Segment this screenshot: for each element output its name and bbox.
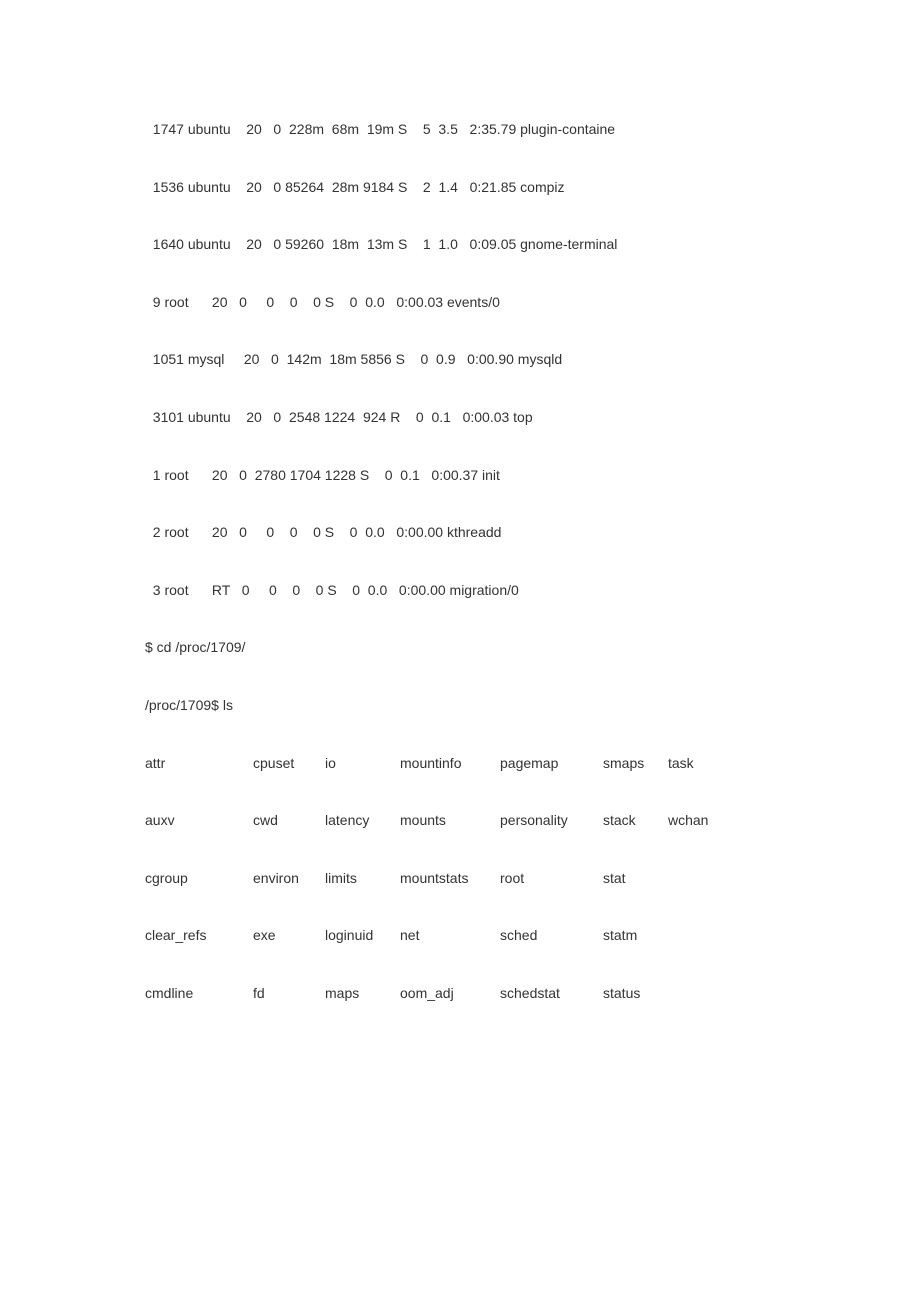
ls-entry: cmdline <box>145 984 253 1004</box>
ls-entry: mountstats <box>400 869 500 889</box>
ls-entry: io <box>325 754 400 774</box>
ls-entry: environ <box>253 869 325 889</box>
top-row: 9 root 20 0 0 0 0 S 0 0.0 0:00.03 events… <box>145 293 775 313</box>
terminal-output: 1747 ubuntu 20 0 228m 68m 19m S 5 3.5 2:… <box>0 0 920 1102</box>
ls-entry: attr <box>145 754 253 774</box>
top-row: 1747 ubuntu 20 0 228m 68m 19m S 5 3.5 2:… <box>145 120 775 140</box>
ls-entry: smaps <box>603 754 668 774</box>
ls-entry: stat <box>603 869 668 889</box>
ls-entry: latency <box>325 811 400 831</box>
top-row: 3101 ubuntu 20 0 2548 1224 924 R 0 0.1 0… <box>145 408 775 428</box>
ls-entry: personality <box>500 811 603 831</box>
ls-entry: maps <box>325 984 400 1004</box>
ls-entry: fd <box>253 984 325 1004</box>
ls-entry: net <box>400 926 500 946</box>
ls-row: attr cpuset io mountinfo pagemap smaps t… <box>145 754 775 774</box>
ls-entry: sched <box>500 926 603 946</box>
top-row: 3 root RT 0 0 0 0 S 0 0.0 0:00.00 migrat… <box>145 581 775 601</box>
ls-row: cmdline fd maps oom_adj schedstat status <box>145 984 775 1004</box>
ls-entry: cwd <box>253 811 325 831</box>
ls-entry: exe <box>253 926 325 946</box>
shell-command: /proc/1709$ ls <box>145 696 775 716</box>
ls-entry: stack <box>603 811 668 831</box>
shell-command: $ cd /proc/1709/ <box>145 638 775 658</box>
top-row: 1536 ubuntu 20 0 85264 28m 9184 S 2 1.4 … <box>145 178 775 198</box>
ls-entry: schedstat <box>500 984 603 1004</box>
top-row: 1051 mysql 20 0 142m 18m 5856 S 0 0.9 0:… <box>145 350 775 370</box>
ls-row: clear_refs exe loginuid net sched statm <box>145 926 775 946</box>
ls-entry: limits <box>325 869 400 889</box>
ls-entry: loginuid <box>325 926 400 946</box>
ls-entry: task <box>668 754 694 774</box>
ls-entry: mountinfo <box>400 754 500 774</box>
ls-entry: cgroup <box>145 869 253 889</box>
ls-entry: pagemap <box>500 754 603 774</box>
ls-row: cgroup environ limits mountstats root st… <box>145 869 775 889</box>
ls-entry: auxv <box>145 811 253 831</box>
ls-entry: root <box>500 869 603 889</box>
ls-entry: status <box>603 984 668 1004</box>
ls-entry: clear_refs <box>145 926 253 946</box>
ls-row: auxv cwd latency mounts personality stac… <box>145 811 775 831</box>
ls-entry: oom_adj <box>400 984 500 1004</box>
ls-entry: statm <box>603 926 668 946</box>
top-row: 1640 ubuntu 20 0 59260 18m 13m S 1 1.0 0… <box>145 235 775 255</box>
top-row: 2 root 20 0 0 0 0 S 0 0.0 0:00.00 kthrea… <box>145 523 775 543</box>
top-row: 1 root 20 0 2780 1704 1228 S 0 0.1 0:00.… <box>145 466 775 486</box>
ls-entry: mounts <box>400 811 500 831</box>
ls-entry: cpuset <box>253 754 325 774</box>
ls-entry: wchan <box>668 811 708 831</box>
